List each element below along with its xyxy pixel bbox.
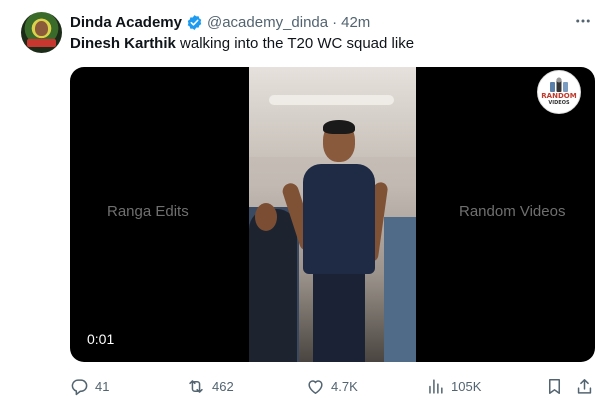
author-handle[interactable]: @academy_dinda [207, 14, 328, 31]
standing-person-body [303, 164, 375, 274]
separator-dot: · [332, 13, 338, 31]
tweet-time[interactable]: 42m [341, 14, 370, 31]
verified-badge-icon [186, 14, 203, 31]
channel-logo: RANDOM VIDEOS [537, 70, 581, 114]
reply-button[interactable]: 41 [70, 372, 109, 400]
logo-text-line1: RANDOM [541, 92, 577, 100]
video-player[interactable]: Ranga Edits Random Videos RANDOM VIDEOS … [70, 67, 595, 362]
avatar-face [35, 21, 48, 36]
like-count: 4.7K [331, 378, 358, 394]
share-button[interactable] [575, 372, 600, 400]
retweet-count: 462 [212, 378, 234, 394]
watermark-left: Ranga Edits [107, 203, 189, 220]
cabin-light [269, 95, 394, 105]
standing-person-hair [323, 120, 355, 134]
avatar[interactable] [21, 12, 62, 53]
seated-person [249, 203, 297, 362]
logo-figures-icon [550, 77, 568, 92]
author-name[interactable]: Dinda Academy [70, 14, 182, 31]
share-icon [577, 378, 592, 394]
more-icon[interactable] [574, 12, 592, 30]
tweet-text: Dinesh Karthik walking into the T20 WC s… [70, 35, 414, 52]
standing-person-legs [313, 272, 365, 362]
bookmark-button[interactable] [545, 372, 570, 400]
action-bar: 41 462 4.7K 105K [70, 372, 595, 400]
watermark-right: Random Videos [459, 203, 566, 220]
logo-text-line2: VIDEOS [548, 100, 570, 106]
avatar-stripe [27, 39, 56, 47]
bookmark-icon [548, 378, 561, 394]
seat-right [384, 217, 416, 362]
like-icon [308, 379, 323, 394]
like-button[interactable]: 4.7K [306, 372, 358, 400]
reply-count: 41 [95, 378, 110, 394]
tweet-text-rest: walking into the T20 WC squad like [175, 35, 415, 52]
tweet-header: Dinda Academy @academy_dinda · 42m [70, 12, 370, 32]
retweet-icon [189, 379, 203, 393]
standing-person [280, 120, 389, 362]
seated-person-head [255, 203, 277, 231]
views-button[interactable]: 105K [426, 372, 481, 400]
retweet-button[interactable]: 462 [186, 372, 234, 400]
view-count: 105K [451, 378, 482, 394]
views-icon [429, 378, 443, 394]
reply-icon [71, 378, 88, 395]
video-frame [249, 67, 416, 362]
tweet-text-bold: Dinesh Karthik [70, 35, 176, 52]
video-timestamp: 0:01 [87, 331, 115, 347]
